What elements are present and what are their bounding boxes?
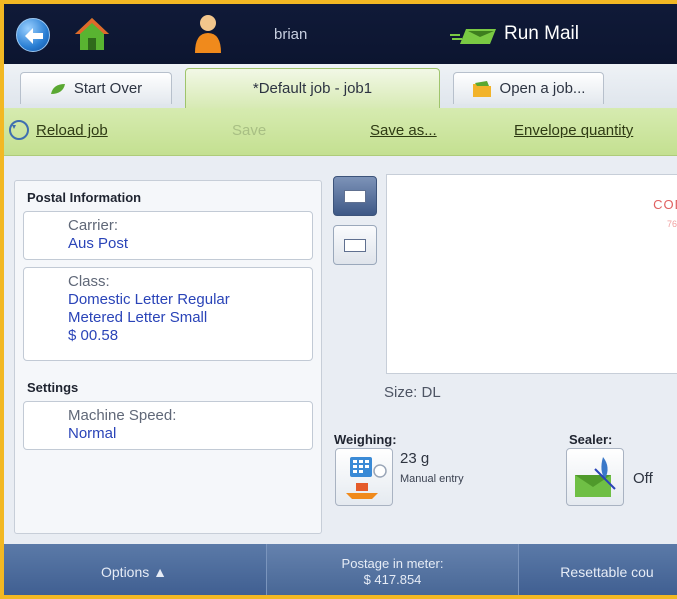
run-mail-icon[interactable] xyxy=(450,26,498,46)
postal-info-title: Postal Information xyxy=(27,190,142,205)
tab-open-job[interactable]: Open a job... xyxy=(453,72,604,104)
envelope-icon xyxy=(344,190,366,203)
options-button[interactable]: Options ▲ xyxy=(4,544,264,595)
tab-start-over-label: Start Over xyxy=(73,80,143,97)
envelope-preview[interactable]: COD 76-0 xyxy=(386,174,677,374)
class-label: Class: xyxy=(68,273,110,290)
envelope-size-label: Size: DL xyxy=(384,384,441,401)
envelope-quantity-link[interactable]: Envelope quantity xyxy=(514,122,633,139)
back-button[interactable] xyxy=(16,18,50,52)
user-name: brian xyxy=(274,26,308,43)
job-toolbar: Reload job Save Save as... Envelope quan… xyxy=(4,108,677,156)
tab-start-over[interactable]: Start Over xyxy=(20,72,172,104)
preview-mark: COD xyxy=(653,197,677,212)
back-arrow-icon xyxy=(25,28,43,44)
weight-mode: Manual entry xyxy=(400,473,464,485)
job-tab-row: Start Over *Default job - job1 Open a jo… xyxy=(4,64,677,108)
class-line-1: Domestic Letter Regular xyxy=(68,291,230,308)
tab-open-job-label: Open a job... xyxy=(499,80,586,97)
sealer-title: Sealer: xyxy=(569,432,613,447)
class-line-2: Metered Letter Small xyxy=(68,309,208,326)
leaf-icon xyxy=(50,83,65,94)
weight-value: 23 g xyxy=(400,450,430,467)
scale-icon xyxy=(346,457,387,499)
postage-in-meter-button[interactable]: Postage in meter: $ 417.854 xyxy=(266,544,519,595)
weighing-title: Weighing: xyxy=(334,432,397,447)
envelope-icon xyxy=(344,239,366,252)
save-link[interactable]: Save xyxy=(232,122,266,139)
job-settings-panel: Postal Information Carrier: Aus Post Cla… xyxy=(14,180,322,534)
options-label: Options ▲ xyxy=(101,563,167,580)
machine-speed-field[interactable]: Machine Speed: Normal xyxy=(23,401,313,450)
bottom-bar: Options ▲ Postage in meter: $ 417.854 Re… xyxy=(4,544,677,595)
envelope-type-button-2[interactable] xyxy=(333,225,377,265)
preview-mark-2: 76-0 xyxy=(666,219,677,229)
postage-value: $ 417.854 xyxy=(363,571,422,587)
tab-active-job-label: *Default job - job1 xyxy=(252,80,373,97)
carrier-field[interactable]: Carrier: Aus Post xyxy=(23,211,313,260)
envelope-type-button-1[interactable] xyxy=(333,176,377,216)
machine-speed-value: Normal xyxy=(68,425,117,442)
resettable-counter-button[interactable]: Resettable cou xyxy=(522,544,677,595)
weighing-button[interactable] xyxy=(335,448,393,506)
app-frame: brian Run Mail Start Over *Default job -… xyxy=(0,0,677,599)
carrier-value: Aus Post xyxy=(68,235,129,252)
reload-job-link[interactable]: Reload job xyxy=(36,122,108,139)
carrier-label: Carrier: xyxy=(68,217,119,234)
run-mail-button[interactable]: Run Mail xyxy=(504,23,579,45)
resettable-label: Resettable cou xyxy=(560,563,654,580)
save-as-link[interactable]: Save as... xyxy=(370,122,437,139)
user-icon xyxy=(195,15,221,53)
settings-title: Settings xyxy=(27,380,79,395)
sealer-icon xyxy=(575,457,616,497)
machine-speed-label: Machine Speed: xyxy=(68,407,177,424)
class-price: $ 00.58 xyxy=(68,327,119,344)
folder-icon xyxy=(472,80,491,97)
class-field[interactable]: Class: Domestic Letter Regular Metered L… xyxy=(23,267,313,361)
tab-active-job[interactable]: *Default job - job1 xyxy=(185,68,440,108)
sealer-state: Off xyxy=(633,470,653,487)
postage-label: Postage in meter: xyxy=(341,555,444,571)
sealer-button[interactable] xyxy=(566,448,624,506)
top-bar: brian Run Mail xyxy=(4,4,677,64)
home-icon[interactable] xyxy=(72,14,112,54)
reload-icon[interactable] xyxy=(8,119,30,141)
